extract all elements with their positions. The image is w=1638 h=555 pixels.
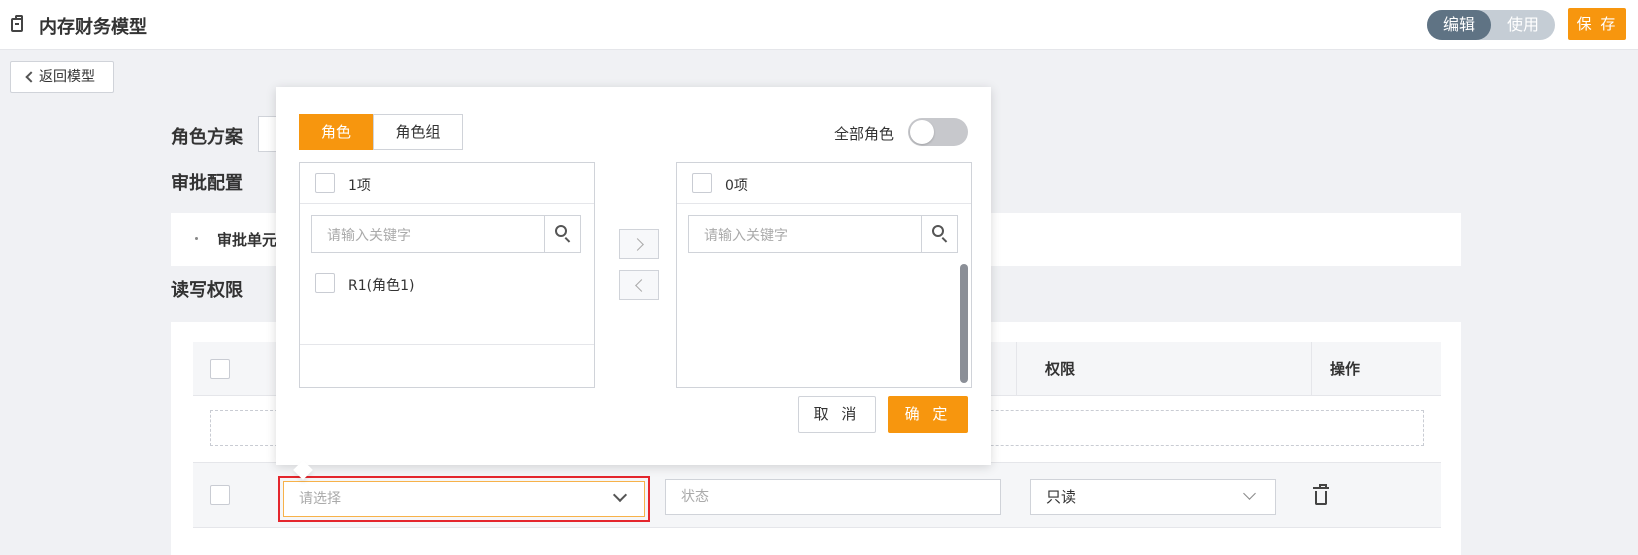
- role-picker-popover: 角色 角色组 全部角色 1项 请输入关键字 R1(角色1) 0项 请输入关键字 …: [276, 87, 991, 480]
- target-list-panel: 0项 请输入关键字: [676, 162, 972, 388]
- item-checkbox[interactable]: [315, 273, 335, 293]
- table-row: 请选择 状态 只读: [193, 462, 1441, 528]
- chevron-left-icon: [25, 71, 37, 83]
- target-count: 0项: [725, 178, 748, 194]
- edit-mode-button[interactable]: 编辑: [1427, 10, 1491, 40]
- top-header: 内存财务模型 编辑 使用 保 存: [0, 0, 1638, 50]
- source-list-header: 1项: [300, 163, 594, 204]
- target-list-header: 0项: [677, 163, 971, 204]
- status-input[interactable]: 状态: [665, 479, 1001, 515]
- source-search-placeholder: 请输入关键字: [327, 228, 411, 244]
- row-checkbox[interactable]: [210, 485, 230, 505]
- search-icon-handle: [941, 237, 948, 243]
- search-icon: [555, 225, 567, 237]
- permission-value: 只读: [1046, 488, 1077, 506]
- search-icon-handle: [564, 237, 571, 243]
- use-mode-button[interactable]: 使用: [1491, 10, 1555, 40]
- source-search-button[interactable]: [544, 216, 580, 252]
- approval-config-title: 审批配置: [171, 173, 243, 194]
- chevron-down-icon: [612, 487, 628, 503]
- delete-icon[interactable]: [1313, 484, 1329, 505]
- tab-role[interactable]: 角色: [299, 114, 373, 150]
- source-search-input[interactable]: 请输入关键字: [311, 215, 581, 253]
- move-right-button[interactable]: [619, 229, 659, 259]
- move-left-button[interactable]: [619, 270, 659, 300]
- tab-role-group[interactable]: 角色组: [373, 114, 463, 150]
- chevron-down-icon: [1243, 487, 1256, 500]
- source-count: 1项: [348, 178, 371, 194]
- back-button[interactable]: 返回模型: [10, 61, 114, 93]
- model-icon: [11, 15, 23, 32]
- role-select[interactable]: 请选择: [283, 481, 645, 517]
- approval-unit-label: 审批单元: [217, 231, 278, 249]
- cancel-button[interactable]: 取 消: [798, 396, 876, 433]
- search-icon: [932, 225, 944, 237]
- chevron-left-icon: [635, 279, 648, 292]
- permission-select[interactable]: 只读: [1030, 479, 1276, 515]
- rw-permission-title: 读写权限: [171, 280, 243, 301]
- action-header: 操作: [1330, 360, 1361, 378]
- bullet: [195, 237, 198, 240]
- role-scheme-title: 角色方案: [171, 127, 243, 148]
- confirm-button[interactable]: 确 定: [888, 396, 968, 433]
- column-divider: [1016, 342, 1017, 396]
- chevron-right-icon: [631, 238, 644, 251]
- status-placeholder: 状态: [681, 489, 709, 505]
- save-button[interactable]: 保 存: [1568, 8, 1626, 40]
- all-roles-switch[interactable]: [908, 118, 968, 146]
- target-search-input[interactable]: 请输入关键字: [688, 215, 958, 253]
- all-roles-label: 全部角色: [834, 125, 895, 143]
- source-select-all-checkbox[interactable]: [315, 173, 335, 193]
- select-all-checkbox[interactable]: [210, 359, 230, 379]
- list-item[interactable]: R1(角色1): [348, 275, 414, 295]
- mode-toggle[interactable]: 编辑 使用: [1427, 10, 1555, 40]
- role-select-placeholder: 请选择: [299, 491, 341, 507]
- target-select-all-checkbox[interactable]: [692, 173, 712, 193]
- page-title: 内存财务模型: [39, 17, 147, 38]
- source-list-footer-divider: [300, 344, 594, 345]
- permission-header: 权限: [1045, 360, 1076, 378]
- target-search-placeholder: 请输入关键字: [704, 228, 788, 244]
- switch-knob: [910, 120, 934, 144]
- role-select-highlight: 请选择: [278, 476, 650, 522]
- target-search-button[interactable]: [921, 216, 957, 252]
- scrollbar[interactable]: [960, 264, 968, 383]
- source-list-panel: 1项 请输入关键字 R1(角色1): [299, 162, 595, 388]
- back-label: 返回模型: [39, 69, 95, 85]
- column-divider: [1311, 342, 1312, 396]
